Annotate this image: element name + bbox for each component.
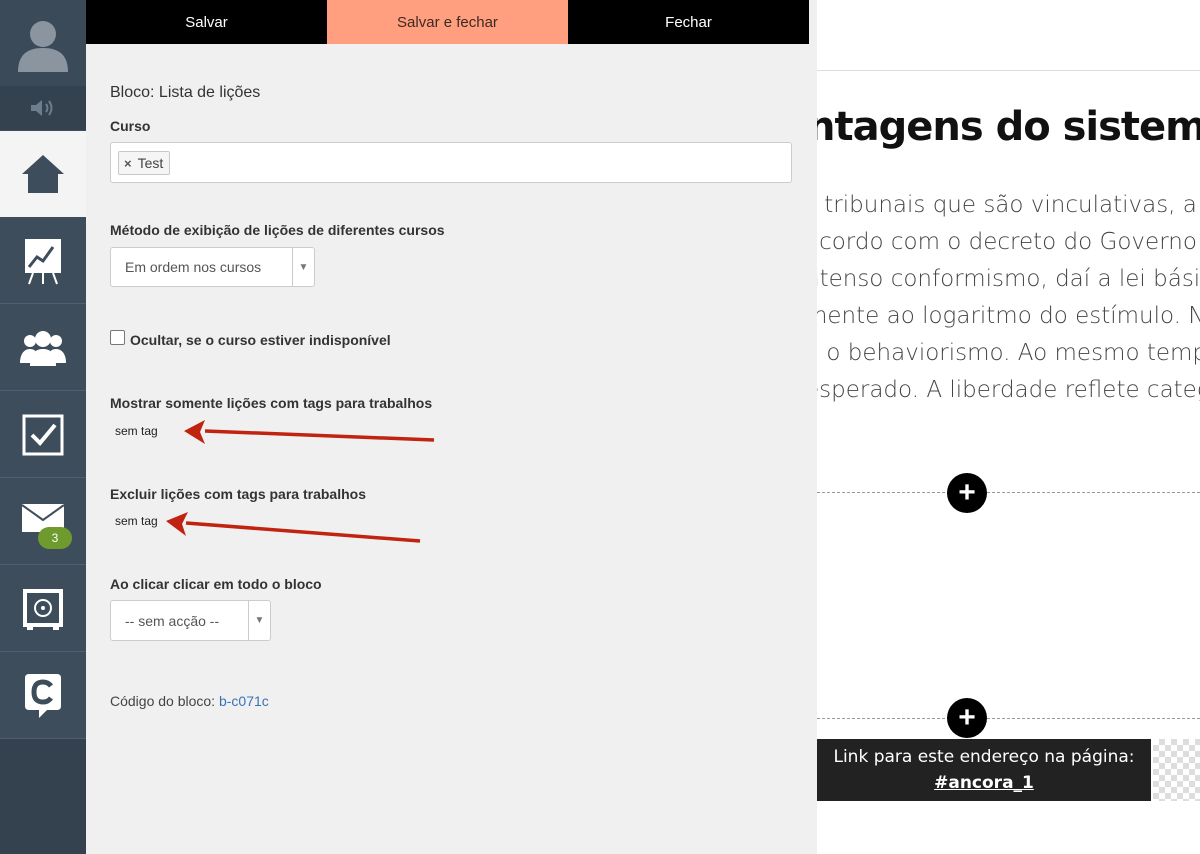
- click-action-label: Ao clicar clicar em todo o bloco: [110, 576, 322, 592]
- close-button[interactable]: Fechar: [568, 0, 809, 44]
- speaker-icon: [31, 100, 53, 116]
- preview-heading: ntagens do sistema: [817, 104, 1200, 150]
- sidebar-item-safe[interactable]: [0, 566, 86, 652]
- page-preview: ntagens do sistema s tribunais que são v…: [817, 0, 1200, 854]
- safe-icon: [23, 588, 63, 630]
- display-method-label: Método de exibição de lições de diferent…: [110, 222, 445, 238]
- users-icon: [20, 330, 66, 366]
- sidebar-item-sound[interactable]: [0, 86, 86, 130]
- anchor-link-label: Link para este endereço na página:: [833, 747, 1135, 767]
- block-settings-panel: Salvar Salvar e fechar Fechar Bloco: Lis…: [86, 0, 817, 854]
- tasks-check-icon: [22, 414, 64, 455]
- add-block-button[interactable]: +: [947, 473, 987, 513]
- course-tag-input[interactable]: × Test: [110, 142, 792, 183]
- sidebar-item-home[interactable]: [0, 131, 86, 217]
- block-title: Bloco: Lista de lições: [110, 84, 261, 101]
- block-code: Código do bloco: b-c071c: [110, 693, 269, 709]
- click-action-select[interactable]: -- sem acção -- ▼: [110, 600, 271, 641]
- preview-text-line: ntenso conformismo, daí a lei básic: [817, 266, 1200, 292]
- sidebar-item-users[interactable]: [0, 305, 86, 391]
- section-divider: [817, 718, 1200, 719]
- user-avatar-icon: [18, 21, 68, 72]
- display-method-value: Em ordem nos cursos: [125, 259, 262, 275]
- brand-c-icon: [25, 673, 61, 718]
- exclude-tags-value[interactable]: sem tag: [115, 514, 158, 528]
- save-and-close-button[interactable]: Salvar e fechar: [327, 0, 568, 44]
- exclude-tags-label: Excluir lições com tags para trabalhos: [110, 486, 366, 502]
- click-action-value: -- sem acção --: [125, 612, 220, 629]
- block-code-label: Código do bloco:: [110, 693, 216, 709]
- sidebar-footer: [0, 739, 86, 854]
- show-only-tags-value[interactable]: sem tag: [115, 424, 158, 438]
- block-code-value[interactable]: b-c071c: [219, 693, 269, 709]
- course-tag-label: Test: [137, 155, 164, 171]
- anchor-link-box: Link para este endereço na página: #anco…: [817, 739, 1151, 801]
- sidebar-item-mail[interactable]: 3: [0, 479, 86, 565]
- transparency-pattern: [1153, 739, 1200, 801]
- section-divider: [817, 492, 1200, 493]
- preview-text-line: esperado. A liberdade reflete catego: [817, 377, 1200, 403]
- hide-unavailable-label: Ocultar, se o curso estiver indisponível: [130, 332, 391, 348]
- stats-chart-icon: [25, 238, 61, 284]
- add-block-button[interactable]: +: [947, 698, 987, 738]
- mail-count-badge: 3: [38, 527, 72, 549]
- sidebar-item-avatar[interactable]: [0, 0, 86, 86]
- sidebar-item-tasks[interactable]: [0, 392, 86, 478]
- sidebar-item-brand[interactable]: [0, 653, 86, 739]
- show-only-tags-label: Mostrar somente lições com tags para tra…: [110, 395, 433, 411]
- sidebar-item-stats[interactable]: [0, 218, 86, 304]
- preview-text-line: s tribunais que são vinculativas, a co: [817, 192, 1200, 218]
- hide-unavailable-checkbox[interactable]: [110, 330, 125, 345]
- anchor-link-id[interactable]: #ancora_1: [817, 773, 1151, 793]
- save-button[interactable]: Salvar: [86, 0, 327, 44]
- chevron-down-icon: ▼: [292, 248, 314, 286]
- sidebar-nav: 3: [0, 0, 86, 854]
- course-tag: × Test: [118, 151, 171, 175]
- panel-toolbar: Salvar Salvar e fechar Fechar: [86, 0, 809, 44]
- preview-text-line: mente ao logaritmo do estímulo. N: [817, 303, 1200, 329]
- remove-tag-icon[interactable]: ×: [124, 156, 132, 171]
- course-label: Curso: [110, 118, 151, 134]
- chevron-down-icon: ▼: [248, 601, 270, 640]
- preview-header-border: [817, 70, 1200, 71]
- preview-text-line: a o behaviorismo. Ao mesmo tempo: [817, 340, 1200, 366]
- preview-text-line: acordo com o decreto do Governo: [817, 229, 1197, 255]
- home-icon: [22, 155, 64, 193]
- display-method-select[interactable]: Em ordem nos cursos ▼: [110, 247, 315, 287]
